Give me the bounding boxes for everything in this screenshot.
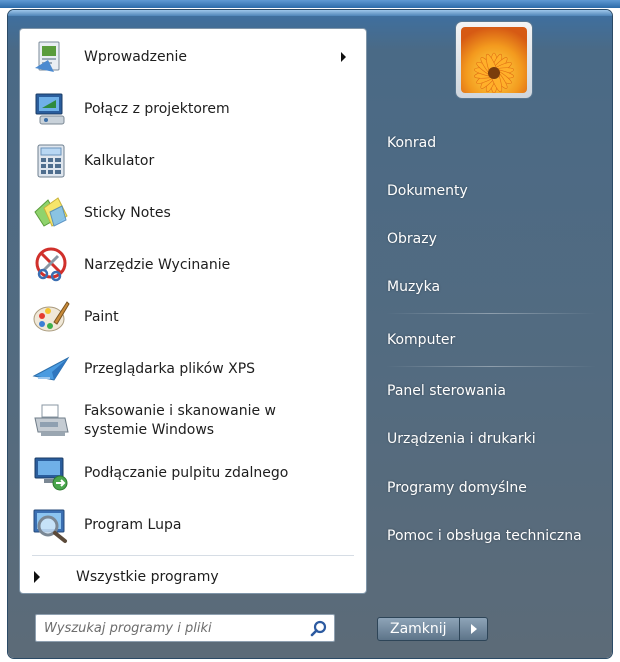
right-item-default-programs[interactable]: Programy domyślne xyxy=(377,471,605,505)
program-label: Kalkulator xyxy=(84,152,155,169)
program-label: Wprowadzenie xyxy=(84,48,187,65)
fax-scan-icon xyxy=(32,402,70,440)
right-item-user[interactable]: Konrad xyxy=(377,126,605,160)
search-input[interactable] xyxy=(36,615,308,641)
program-item-xps-viewer[interactable]: Przeglądarka plików XPS xyxy=(28,345,358,393)
calculator-icon xyxy=(32,142,70,180)
right-item-label: Muzyka xyxy=(387,279,441,295)
program-label: Sticky Notes xyxy=(84,204,171,221)
start-menu-top-highlight xyxy=(8,10,612,16)
shutdown-button[interactable]: Zamknij xyxy=(377,617,460,641)
program-item-snipping-tool[interactable]: Narzędzie Wycinanie xyxy=(28,241,358,289)
programs-panel: Wprowadzenie Połącz z projektorem Kalkul… xyxy=(19,28,367,594)
program-item-remote-desktop[interactable]: Podłączanie pulpitu zdalnego xyxy=(28,449,358,497)
program-item-getting-started[interactable]: Wprowadzenie xyxy=(28,33,358,81)
programs-separator xyxy=(32,555,354,556)
all-programs-label: Wszystkie programy xyxy=(76,569,219,585)
paint-icon xyxy=(32,298,70,336)
expand-arrow-icon xyxy=(34,571,40,583)
right-item-computer[interactable]: Komputer xyxy=(377,323,605,357)
getting-started-icon xyxy=(32,38,70,76)
program-item-projector[interactable]: Połącz z projektorem xyxy=(28,85,358,133)
program-label: Przeglądarka plików XPS xyxy=(84,360,256,377)
right-item-label: Komputer xyxy=(387,332,456,348)
right-item-label: Urządzenia i drukarki xyxy=(387,431,536,447)
program-label: Paint xyxy=(84,308,119,325)
program-label: Podłączanie pulpitu zdalnego xyxy=(84,464,289,481)
snipping-tool-icon xyxy=(32,246,70,284)
program-item-paint[interactable]: Paint xyxy=(28,293,358,341)
program-label: Narzędzie Wycinanie xyxy=(84,256,231,273)
right-item-help-support[interactable]: Pomoc i obsługa techniczna xyxy=(377,519,605,553)
taskbar-top-edge xyxy=(0,0,620,8)
shutdown-options-button[interactable] xyxy=(459,617,488,641)
chevron-right-icon xyxy=(470,624,477,634)
submenu-arrow-icon[interactable] xyxy=(341,52,346,62)
right-item-documents[interactable]: Dokumenty xyxy=(377,174,605,208)
program-label: Połącz z projektorem xyxy=(84,100,230,117)
right-item-label: Dokumenty xyxy=(387,183,468,199)
right-item-music[interactable]: Muzyka xyxy=(377,270,605,304)
program-item-magnifier[interactable]: Program Lupa xyxy=(28,501,358,549)
right-separator xyxy=(386,313,596,314)
projector-icon xyxy=(32,90,70,128)
right-item-label: Pomoc i obsługa techniczna xyxy=(387,528,582,544)
right-item-control-panel[interactable]: Panel sterowania xyxy=(377,374,605,408)
search-icon[interactable] xyxy=(310,620,328,638)
magnifier-icon xyxy=(32,506,70,544)
right-item-label: Programy domyślne xyxy=(387,480,527,496)
program-label: Faksowanie i skanowanie w systemie Windo… xyxy=(84,403,276,438)
search-box[interactable] xyxy=(35,614,335,642)
program-item-calculator[interactable]: Kalkulator xyxy=(28,137,358,185)
shutdown-group: Zamknij xyxy=(377,617,488,641)
right-item-devices-printers[interactable]: Urządzenia i drukarki xyxy=(377,422,605,456)
sticky-notes-icon xyxy=(32,194,70,232)
flower-picture-icon xyxy=(461,27,527,93)
program-item-fax-scan[interactable]: Faksowanie i skanowanie w systemie Windo… xyxy=(28,397,358,445)
all-programs-button[interactable]: Wszystkie programy xyxy=(28,564,358,590)
right-item-label: Konrad xyxy=(387,135,437,151)
user-picture[interactable] xyxy=(456,22,532,98)
right-item-pictures[interactable]: Obrazy xyxy=(377,222,605,256)
xps-viewer-icon xyxy=(32,350,70,388)
right-item-label: Obrazy xyxy=(387,231,437,247)
program-label: Program Lupa xyxy=(84,516,182,533)
right-item-label: Panel sterowania xyxy=(387,383,506,399)
right-separator xyxy=(386,366,596,367)
program-item-sticky-notes[interactable]: Sticky Notes xyxy=(28,189,358,237)
remote-desktop-icon xyxy=(32,454,70,492)
